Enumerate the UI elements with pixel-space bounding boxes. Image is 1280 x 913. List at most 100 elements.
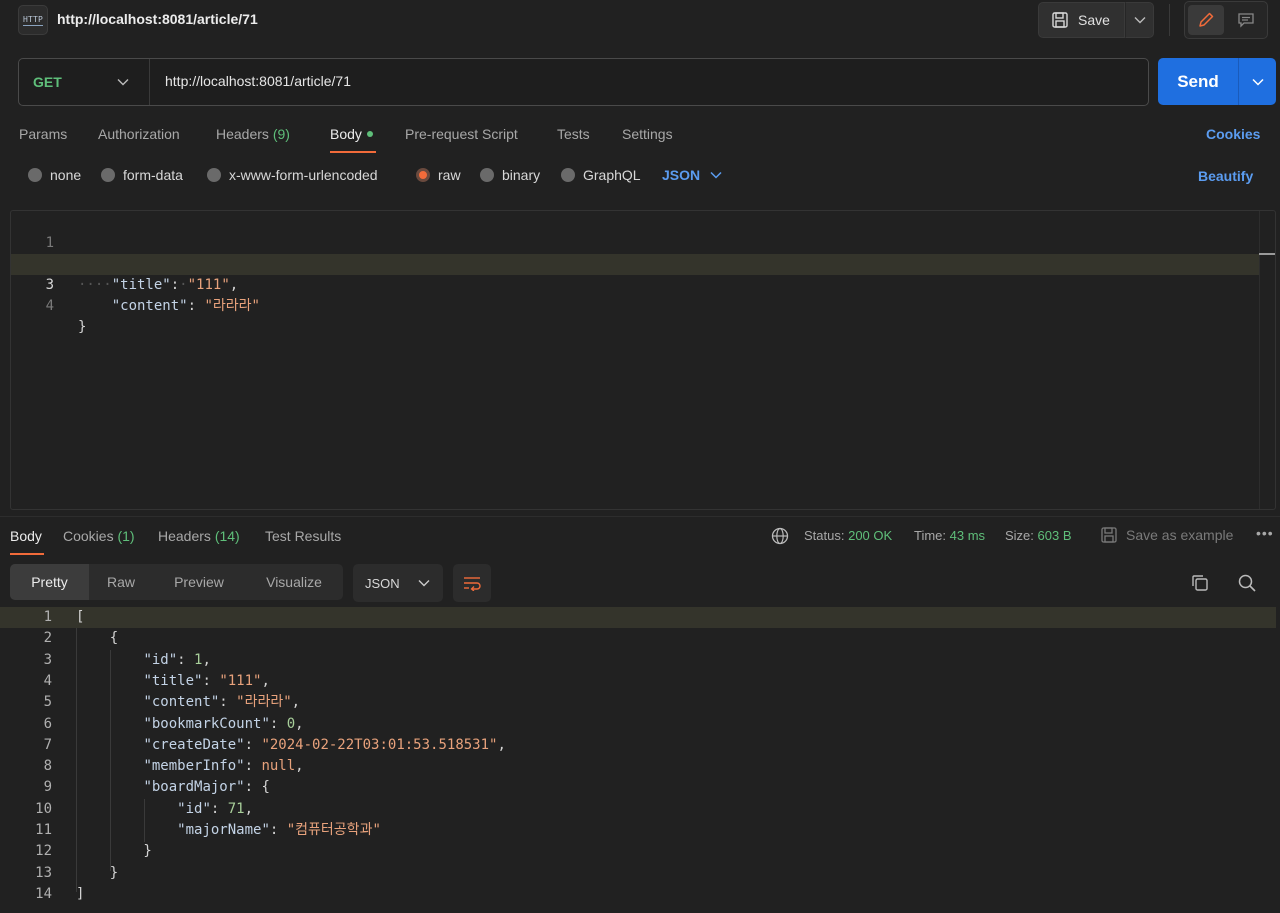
json-key: "bookmarkCount"	[143, 715, 270, 732]
method-label: GET	[33, 74, 62, 90]
response-line: 1[	[0, 607, 1276, 629]
save-button[interactable]: Save	[1038, 2, 1125, 38]
radio-none-label: none	[50, 167, 82, 183]
response-line: 5 "content": "라라라",	[0, 692, 1276, 713]
language-label: JSON	[662, 167, 701, 183]
method-select[interactable]: GET	[19, 59, 150, 105]
radio-graphql[interactable]: GraphQL	[561, 167, 641, 183]
json-key: "title"	[143, 672, 203, 689]
view-visualize[interactable]: Visualize	[245, 564, 343, 600]
line-number: 3	[43, 651, 52, 668]
tab-headers[interactable]: Headers (9)	[216, 126, 290, 142]
json-value: "2024-02-22T03:01:53.518531"	[261, 736, 498, 753]
response-view-selector: Pretty Raw Preview Visualize	[10, 564, 343, 600]
tab-tests[interactable]: Tests	[557, 126, 590, 142]
radio-graphql-label: GraphQL	[583, 167, 641, 183]
search-icon[interactable]	[1237, 573, 1257, 593]
radio-none[interactable]: none	[28, 167, 81, 183]
radio-form-data-label: form-data	[123, 167, 183, 183]
view-raw[interactable]: Raw	[89, 564, 153, 600]
request-title[interactable]: http://localhost:8081/article/71	[57, 11, 258, 27]
divider	[1169, 4, 1170, 36]
radio-dot	[101, 168, 115, 182]
request-body-editor[interactable]: 1 { 2 ····"title":·"111", 3 "content": "…	[10, 210, 1276, 510]
radio-dot	[207, 168, 221, 182]
size-value: 603 B	[1037, 528, 1072, 543]
size-readout[interactable]: Size: 603 B	[1005, 528, 1072, 543]
response-tab-headers[interactable]: Headers (14)	[158, 528, 240, 544]
url-bar: GET	[18, 58, 1149, 106]
body-type-selector: none form-data x-www-form-urlencoded raw…	[0, 164, 1280, 190]
code-text: "id": 1,	[143, 651, 211, 668]
send-options-button[interactable]	[1238, 58, 1276, 105]
more-options-icon[interactable]: •••	[1256, 525, 1274, 541]
code-text: "boardMajor": {	[143, 779, 270, 796]
radio-form-data[interactable]: form-data	[101, 167, 183, 183]
edit-mode-button[interactable]	[1188, 5, 1224, 35]
json-value: null	[261, 758, 296, 775]
headers-count: (9)	[272, 126, 290, 142]
code-text: }	[76, 843, 152, 860]
radio-urlencoded-label: x-www-form-urlencoded	[229, 167, 378, 183]
response-tab-body[interactable]: Body	[10, 528, 42, 544]
radio-raw[interactable]: raw	[416, 167, 461, 183]
response-line: 2 {	[0, 628, 1276, 649]
code-text: "content": "라라라"	[111, 298, 260, 314]
status-value: 200 OK	[848, 528, 893, 543]
line-number: 4	[45, 298, 54, 314]
time-value: 43 ms	[949, 528, 986, 543]
http-request-icon: HTTP	[18, 5, 48, 35]
response-format-select[interactable]: JSON	[353, 564, 443, 602]
tab-body[interactable]: Body	[330, 126, 373, 142]
json-value: 0	[286, 715, 296, 732]
tab-authorization[interactable]: Authorization	[98, 126, 180, 142]
json-value: "111"	[219, 672, 262, 689]
editor-mode-toggle	[1184, 1, 1268, 39]
save-as-example-button[interactable]: Save as example	[1100, 526, 1233, 544]
language-select[interactable]: JSON	[662, 167, 722, 183]
json-key: "memberInfo"	[143, 758, 245, 775]
radio-urlencoded[interactable]: x-www-form-urlencoded	[207, 167, 378, 183]
tab-params[interactable]: Params	[19, 126, 67, 142]
response-body-viewer[interactable]: 1[ 2 { 3 "id": 1, 4 "title": "111", 5 "c…	[0, 607, 1280, 913]
comments-button[interactable]	[1228, 5, 1264, 35]
radio-binary[interactable]: binary	[480, 167, 540, 183]
pencil-icon	[1199, 12, 1214, 27]
line-number: 8	[43, 758, 52, 775]
code-text: {	[76, 630, 119, 647]
editor-line-active: 3 "content": "라라라"	[11, 254, 1259, 314]
beautify-button[interactable]: Beautify	[1198, 168, 1253, 184]
globe-icon[interactable]	[771, 527, 789, 545]
response-tab-headers-label: Headers	[158, 528, 211, 544]
response-tab-test-results[interactable]: Test Results	[265, 528, 341, 544]
save-options-button[interactable]	[1125, 2, 1154, 38]
tab-body-label: Body	[330, 126, 362, 142]
chevron-down-icon	[710, 171, 722, 179]
send-button[interactable]: Send	[1158, 58, 1238, 105]
json-value: "라라라"	[204, 298, 260, 314]
format-label: JSON	[365, 575, 400, 591]
tab-settings[interactable]: Settings	[622, 126, 673, 142]
copy-icon[interactable]	[1190, 573, 1210, 593]
tab-pre-request-script[interactable]: Pre-request Script	[405, 126, 518, 142]
time-label: Time:	[914, 528, 947, 543]
line-number: 11	[35, 822, 52, 838]
wrap-text-icon	[464, 577, 481, 591]
editor-scrollbar[interactable]	[1259, 211, 1275, 509]
save-icon	[1052, 12, 1068, 28]
save-label: Save	[1078, 12, 1110, 28]
response-headers-count: (14)	[214, 528, 240, 544]
url-input[interactable]	[165, 73, 1125, 89]
response-line: 8 "memberInfo": null,	[0, 756, 1276, 777]
wrap-lines-button[interactable]	[453, 564, 491, 602]
response-tab-cookies[interactable]: Cookies (1)	[63, 528, 135, 544]
cookies-link[interactable]: Cookies	[1206, 126, 1260, 142]
view-preview[interactable]: Preview	[153, 564, 245, 600]
status-readout[interactable]: Status: 200 OK	[804, 528, 892, 543]
time-readout[interactable]: Time: 43 ms	[914, 528, 985, 543]
response-line: 9 "boardMajor": {	[0, 777, 1276, 798]
view-pretty[interactable]: Pretty	[10, 564, 89, 600]
code-text: "memberInfo": null,	[143, 758, 304, 775]
active-tab-indicator	[330, 151, 376, 153]
comment-icon	[1238, 13, 1254, 28]
